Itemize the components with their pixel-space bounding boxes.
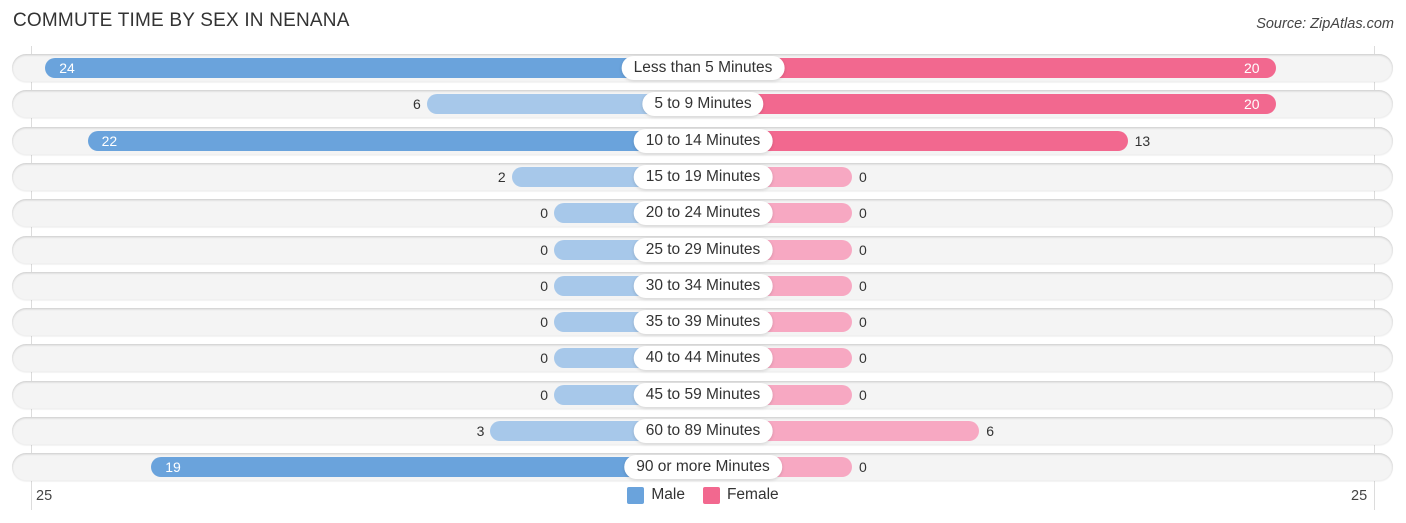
category-label: 10 to 14 Minutes <box>633 128 773 153</box>
value-label-male: 0 <box>540 350 548 367</box>
category-label: 35 to 39 Minutes <box>633 310 773 335</box>
bar-male[interactable] <box>151 457 703 478</box>
value-label-male: 19 <box>165 459 181 476</box>
legend: Male Female <box>0 486 1406 504</box>
legend-swatch-male <box>627 486 645 504</box>
value-label-female: 0 <box>859 459 867 476</box>
category-label: 20 to 24 Minutes <box>633 201 773 226</box>
value-label-male: 0 <box>540 386 548 403</box>
value-label-male: 0 <box>540 241 548 258</box>
bar-female[interactable] <box>703 58 1276 78</box>
category-label: 30 to 34 Minutes <box>633 273 773 298</box>
category-label: 40 to 44 Minutes <box>633 346 773 371</box>
bar-male[interactable] <box>45 58 703 78</box>
value-label-male: 0 <box>540 205 548 222</box>
value-label-female: 0 <box>859 168 867 185</box>
value-label-male: 0 <box>540 314 548 331</box>
category-label: 45 to 59 Minutes <box>633 382 773 407</box>
value-label-male: 2 <box>497 168 506 185</box>
bar-male[interactable] <box>87 130 703 151</box>
value-label-female: 13 <box>1134 132 1151 149</box>
value-label-male: 6 <box>413 96 421 113</box>
legend-swatch-female <box>702 486 720 504</box>
value-label-male: 22 <box>101 132 118 149</box>
chart-title: COMMUTE TIME BY SEX IN NENANA <box>13 10 350 31</box>
value-label-male: 24 <box>59 60 75 76</box>
value-label-female: 20 <box>1244 96 1260 113</box>
source-label: Source: ZipAtlas.com <box>1256 16 1394 32</box>
value-label-female: 0 <box>859 386 867 403</box>
value-label-male: 3 <box>476 423 485 439</box>
legend-item-male[interactable]: Male <box>627 486 685 504</box>
value-label-female: 0 <box>859 277 867 294</box>
value-label-female: 0 <box>859 205 867 222</box>
value-label-female: 6 <box>986 423 994 439</box>
value-label-female: 20 <box>1244 60 1260 76</box>
bar-female[interactable] <box>703 94 1276 115</box>
value-label-female: 0 <box>859 350 867 367</box>
legend-item-female[interactable]: Female <box>702 486 779 504</box>
legend-label-female: Female <box>726 486 779 503</box>
category-label: 60 to 89 Minutes <box>633 419 773 443</box>
category-label: 25 to 29 Minutes <box>633 237 773 262</box>
value-label-male: 0 <box>540 277 548 294</box>
value-label-female: 0 <box>859 241 867 258</box>
category-label: 15 to 19 Minutes <box>633 164 773 189</box>
category-label: Less than 5 Minutes <box>621 56 785 80</box>
legend-label-male: Male <box>651 486 685 503</box>
value-label-female: 0 <box>859 314 867 331</box>
category-label: 5 to 9 Minutes <box>642 92 764 117</box>
category-label: 90 or more Minutes <box>624 455 782 480</box>
